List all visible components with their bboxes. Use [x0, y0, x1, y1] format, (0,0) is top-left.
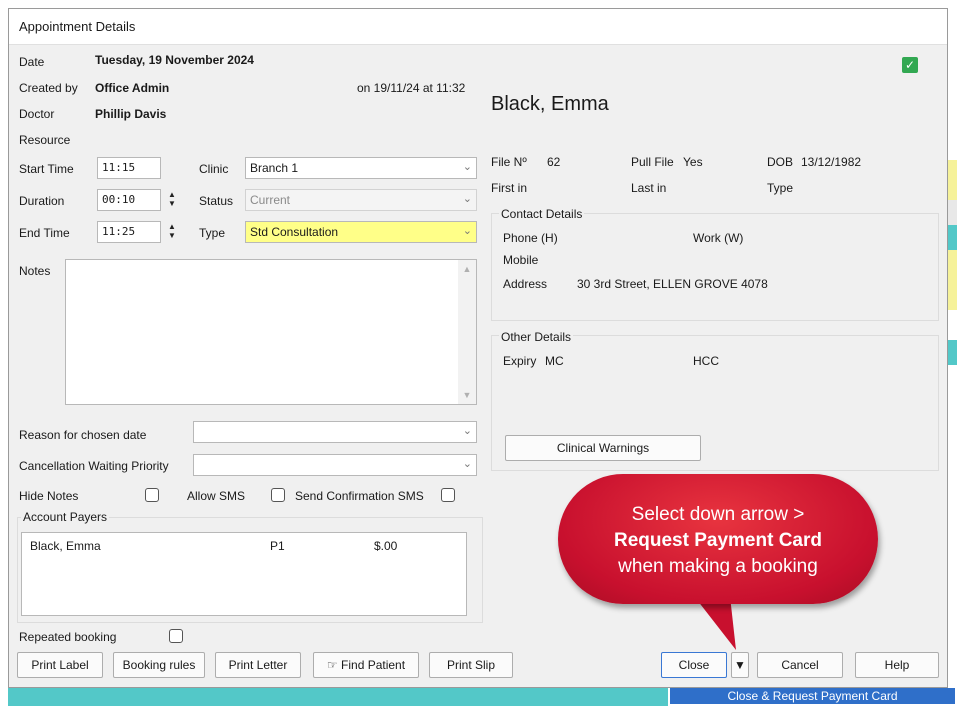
clinic-label: Clinic: [199, 162, 229, 176]
print-slip-button[interactable]: Print Slip: [429, 652, 513, 678]
scroll-down-icon[interactable]: ▼: [458, 390, 476, 400]
notes-textarea[interactable]: ▲ ▼: [65, 259, 477, 405]
payer-code: P1: [270, 539, 285, 553]
chevron-down-icon: ⌄: [462, 225, 472, 237]
work-w-label: Work (W): [693, 231, 744, 245]
start-time-input[interactable]: 11:15: [97, 157, 161, 179]
contact-details-group: [491, 213, 939, 321]
start-time-label: Start Time: [19, 162, 74, 176]
account-payers-label: Account Payers: [21, 510, 110, 524]
account-payers-list[interactable]: Black, Emma P1 $.00: [21, 532, 467, 616]
clinical-warnings-button[interactable]: Clinical Warnings: [505, 435, 701, 461]
allow-sms-checkbox[interactable]: [271, 488, 285, 502]
pull-file-value: Yes: [683, 155, 703, 169]
resource-label: Resource: [19, 133, 71, 147]
type-select[interactable]: Std Consultation ⌄: [245, 221, 477, 243]
check-icon: ✓: [902, 57, 918, 73]
duration-spinner-icon[interactable]: ▲ ▼: [165, 190, 179, 210]
status-select: Current ⌄: [245, 189, 477, 211]
repeated-booking-checkbox[interactable]: [169, 629, 183, 643]
menu-item-close-request-payment-card[interactable]: Close & Request Payment Card: [670, 688, 955, 704]
notes-scrollbar[interactable]: ▲ ▼: [458, 260, 476, 404]
date-value: Tuesday, 19 November 2024: [95, 53, 254, 67]
patient-name: Black, Emma: [491, 93, 609, 115]
mc-label: MC: [545, 354, 564, 368]
callout-line-1: Select down arrow >: [631, 504, 805, 525]
clinic-select[interactable]: Branch 1 ⌄: [245, 157, 477, 179]
background-calendar-bottom: [8, 688, 668, 706]
chevron-down-icon: ⌄: [462, 193, 472, 205]
dob-value: 13/12/1982: [801, 155, 862, 169]
type-label: Type: [199, 226, 226, 240]
find-patient-button[interactable]: ☞ Find Patient: [313, 652, 419, 678]
other-details-title: Other Details: [499, 330, 574, 344]
instruction-callout: Select down arrow > Request Payment Card…: [558, 474, 878, 604]
print-label-button[interactable]: Print Label: [17, 652, 103, 678]
callout-pointer: [694, 596, 736, 650]
end-time-label: End Time: [19, 226, 70, 240]
reason-select[interactable]: ⌄: [193, 421, 477, 443]
contact-details-title: Contact Details: [499, 207, 585, 221]
doctor-value: Phillip Davis: [95, 107, 167, 121]
created-by-value: Office Admin: [95, 81, 170, 95]
find-patient-label: Find Patient: [341, 658, 406, 672]
reason-label: Reason for chosen date: [19, 428, 147, 442]
scroll-up-icon[interactable]: ▲: [458, 264, 476, 274]
file-no-value: 62: [547, 155, 561, 169]
callout-line-2: Request Payment Card: [613, 530, 822, 551]
booking-rules-button[interactable]: Booking rules: [113, 652, 205, 678]
end-time-spinner-icon[interactable]: ▲ ▼: [165, 222, 179, 242]
created-on-text: on 19/11/24 at 11:32: [357, 81, 466, 95]
notes-label: Notes: [19, 264, 51, 278]
payer-name: Black, Emma: [30, 539, 101, 553]
address-label: Address: [503, 277, 548, 291]
first-in-label: First in: [491, 181, 527, 195]
allow-sms-label: Allow SMS: [187, 489, 246, 503]
print-letter-button[interactable]: Print Letter: [215, 652, 301, 678]
last-in-label: Last in: [631, 181, 667, 195]
clinic-value: Branch 1: [250, 161, 299, 175]
send-confirmation-label: Send Confirmation SMS: [295, 489, 424, 503]
chevron-down-icon: ⌄: [462, 425, 472, 437]
status-value: Current: [250, 193, 291, 207]
type-value: Std Consultation: [250, 225, 339, 239]
cancel-button[interactable]: Cancel: [757, 652, 843, 678]
phone-h-label: Phone (H): [503, 231, 558, 245]
send-confirmation-checkbox[interactable]: [441, 488, 455, 502]
end-time-input[interactable]: 11:25: [97, 221, 161, 243]
status-label: Status: [199, 194, 234, 208]
expiry-label: Expiry: [503, 354, 537, 368]
hcc-label: HCC: [693, 354, 719, 368]
created-by-label: Created by: [19, 81, 78, 95]
hide-notes-label: Hide Notes: [19, 489, 79, 503]
file-no-label: File Nº: [491, 155, 527, 169]
dob-label: DOB: [767, 155, 794, 169]
dropdown-arrow-icon: ▼: [734, 658, 746, 672]
chevron-down-icon: ⌄: [462, 161, 472, 173]
doctor-label: Doctor: [19, 107, 55, 121]
dialog-title: Appointment Details: [9, 9, 947, 45]
cancellation-priority-label: Cancellation Waiting Priority: [19, 459, 169, 473]
find-patient-icon: ☞: [326, 658, 338, 672]
payer-amount: $.00: [374, 539, 398, 553]
pull-file-label: Pull File: [631, 155, 674, 169]
list-item[interactable]: Black, Emma P1 $.00: [30, 539, 450, 555]
address-value: 30 3rd Street, ELLEN GROVE 4078: [577, 277, 768, 291]
hide-notes-checkbox[interactable]: [145, 488, 159, 502]
chevron-down-icon: ⌄: [462, 458, 472, 470]
duration-label: Duration: [19, 194, 65, 208]
repeated-booking-label: Repeated booking: [19, 630, 117, 644]
mobile-label: Mobile: [503, 253, 539, 267]
callout-line-3: when making a booking: [618, 556, 818, 577]
patient-type-label: Type: [767, 181, 794, 195]
date-label: Date: [19, 55, 45, 69]
help-button[interactable]: Help: [855, 652, 939, 678]
cancellation-priority-select[interactable]: ⌄: [193, 454, 477, 476]
duration-input[interactable]: 00:10: [97, 189, 161, 211]
